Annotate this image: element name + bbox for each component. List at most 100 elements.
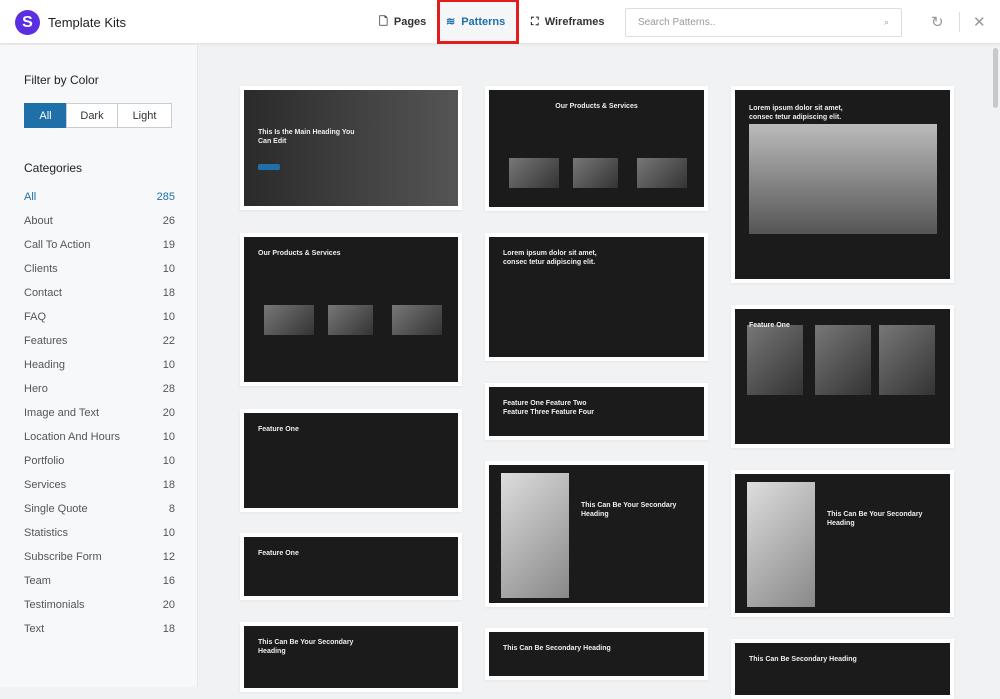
category-name: Team [24,575,51,587]
category-count: 10 [162,455,175,467]
tab-label: Pages [393,16,427,28]
pattern-preview: This Can Be Your Secondary Heading [489,465,704,603]
category-name: Testimonials [24,599,85,611]
pattern-heading: This Can Be Secondary Heading [749,656,857,663]
search-input[interactable]: Search Patterns.. ⌕ [625,8,902,37]
category-item[interactable]: Image and Text 20 [24,407,175,419]
category-count: 10 [162,527,175,539]
filter-dark[interactable]: Dark [66,103,118,128]
category-count: 28 [162,383,175,395]
category-item[interactable]: FAQ 10 [24,311,175,323]
category-count: 8 [168,503,175,515]
pattern-card[interactable]: Feature One Feature Two Feature Three Fe… [485,383,708,440]
category-item[interactable]: Hero 28 [24,383,175,395]
pattern-card[interactable]: Lorem ipsum dolor sit amet, consec tetur… [485,233,708,361]
category-item[interactable]: Text 18 [24,623,175,635]
category-name: Heading [24,359,65,371]
pattern-preview: This Can Be Secondary Heading [489,632,704,676]
category-item[interactable]: Testimonials 20 [24,599,175,611]
category-name: About [24,215,53,227]
category-name: Call To Action [24,239,91,251]
pattern-heading: This Can Be Your Secondary Heading [581,502,677,519]
pattern-preview: Feature One [244,537,458,596]
category-item[interactable]: Heading 10 [24,359,175,371]
category-item[interactable]: Clients 10 [24,263,175,275]
category-count: 285 [156,191,175,203]
pattern-card[interactable]: This Can Be Secondary Heading [485,628,708,680]
category-count: 16 [162,575,175,587]
tab-patterns[interactable]: ≋ Patterns [437,0,519,44]
pattern-preview: This Can Be Your Secondary Heading [244,626,458,688]
category-count: 26 [162,215,175,227]
pattern-card[interactable]: Our Products & Services [485,86,708,211]
category-item[interactable]: Single Quote 8 [24,503,175,515]
category-count: 10 [162,263,175,275]
category-item[interactable]: Features 22 [24,335,175,347]
category-name: Portfolio [24,455,65,467]
pattern-heading: Lorem ipsum dolor sit amet, consec tetur… [749,105,843,122]
pattern-heading: This Can Be Your Secondary Heading [258,639,354,656]
filter-all[interactable]: All [24,103,67,128]
category-name: Location And Hours [24,431,121,443]
pattern-card[interactable]: This Can Be Your Secondary Heading [731,470,954,617]
pattern-preview: Feature One [735,309,950,444]
category-count: 12 [162,551,175,563]
pattern-card[interactable]: This Can Be Your Secondary Heading [240,622,462,692]
tab-label: Patterns [461,15,506,28]
category-name: Features [24,335,68,347]
pattern-preview: This Can Be Secondary Heading [735,643,950,695]
category-count: 10 [162,431,175,443]
category-item[interactable]: Statistics 10 [24,527,175,539]
pattern-card[interactable]: Feature One [240,409,462,512]
pattern-preview: Our Products & Services [489,90,704,207]
filter-light[interactable]: Light [117,103,172,128]
category-name: Contact [24,287,62,299]
category-item[interactable]: All 285 [24,191,175,203]
category-name: Text [24,623,45,635]
category-name: Image and Text [24,407,100,419]
category-count: 19 [162,239,175,251]
pattern-card[interactable]: Feature One [240,533,462,600]
category-item[interactable]: Subscribe Form 12 [24,551,175,563]
pattern-heading: This Can Be Secondary Heading [503,645,611,652]
category-item[interactable]: About 26 [24,215,175,227]
category-name: Subscribe Form [24,551,102,563]
category-item[interactable]: Call To Action 19 [24,239,175,251]
pattern-card[interactable]: This Is the Main Heading You Can Edit [240,86,462,210]
close-icon[interactable]: ✕ [973,13,986,31]
pattern-heading: Lorem ipsum dolor sit amet, consec tetur… [503,250,597,267]
app-title: Template Kits [48,15,127,30]
pattern-card[interactable]: Feature One [731,305,954,448]
pattern-card[interactable]: Our Products & Services [240,233,462,386]
pattern-heading: Feature One [258,426,299,433]
pattern-card[interactable]: This Can Be Secondary Heading [731,639,954,699]
category-name: Single Quote [24,503,88,515]
tab-label: Wireframes [544,16,605,28]
category-item[interactable]: Portfolio 10 [24,455,175,467]
pattern-card[interactable]: This Can Be Your Secondary Heading [485,461,708,607]
category-item[interactable]: Location And Hours 10 [24,431,175,443]
category-item[interactable]: Services 18 [24,479,175,491]
header: S Template Kits 🗋 Pages ≋ Patterns ⛶ Wirefr… [0,0,1000,44]
refresh-icon[interactable]: ↻ [931,13,944,31]
color-filter: All Dark Light [24,103,172,128]
layers-icon: ≋ [446,16,456,28]
pattern-preview: Our Products & Services [244,237,458,382]
category-count: 10 [162,311,175,323]
category-name: Statistics [24,527,69,539]
categories-title: Categories [24,161,83,175]
category-item[interactable]: Team 16 [24,575,175,587]
category-name: Services [24,479,67,491]
sidebar: Filter by Color All Dark Light Categorie… [0,45,198,687]
category-item[interactable]: Contact 18 [24,287,175,299]
category-count: 20 [162,407,175,419]
scrollbar[interactable] [993,48,998,108]
logo: S [15,10,40,35]
divider [959,12,960,32]
pattern-preview: This Can Be Your Secondary Heading [735,474,950,613]
category-count: 18 [162,623,175,635]
tab-pages[interactable]: 🗋 Pages [379,0,426,44]
category-count: 18 [162,287,175,299]
tab-wireframes[interactable]: ⛶ Wireframes [531,0,605,44]
pattern-card[interactable]: Lorem ipsum dolor sit amet, consec tetur… [731,86,954,283]
